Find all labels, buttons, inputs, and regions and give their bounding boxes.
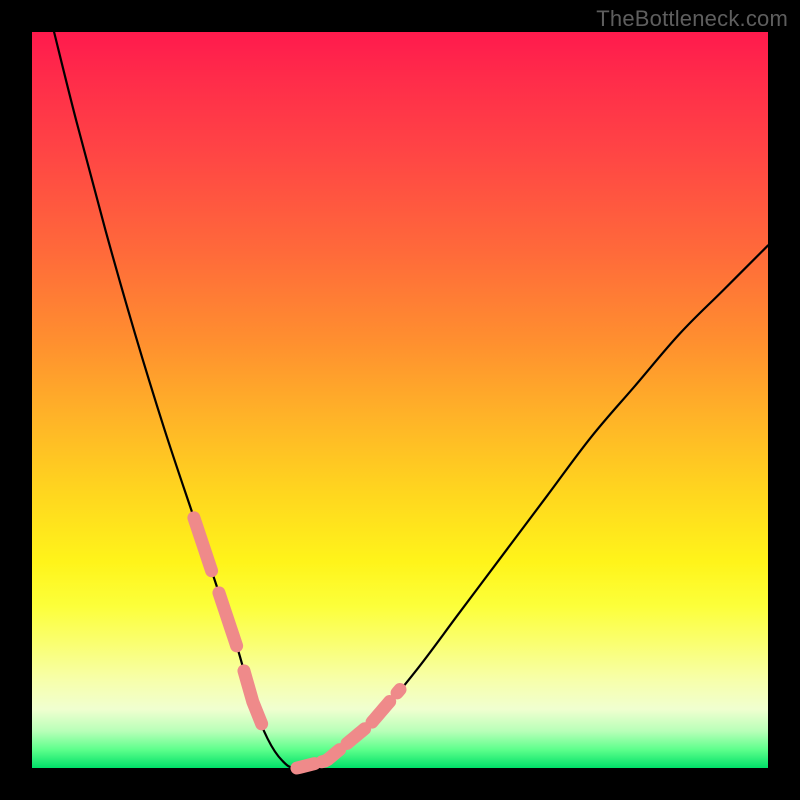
plot-area bbox=[32, 32, 768, 768]
watermark-text: TheBottleneck.com bbox=[596, 6, 788, 32]
highlight-seg-1-4 bbox=[397, 689, 400, 692]
highlight-segments bbox=[194, 518, 400, 768]
highlight-seg-1-0 bbox=[297, 764, 315, 768]
highlight-seg-0-0 bbox=[194, 518, 212, 571]
highlight-seg-1-2 bbox=[347, 729, 365, 744]
highlight-seg-1-1 bbox=[322, 750, 340, 762]
bottleneck-curve bbox=[54, 32, 768, 768]
highlight-seg-0-1 bbox=[219, 593, 237, 646]
outer-frame: TheBottleneck.com bbox=[0, 0, 800, 800]
chart-svg bbox=[32, 32, 768, 768]
highlight-seg-0-2 bbox=[244, 671, 262, 724]
highlight-seg-1-3 bbox=[372, 702, 390, 723]
